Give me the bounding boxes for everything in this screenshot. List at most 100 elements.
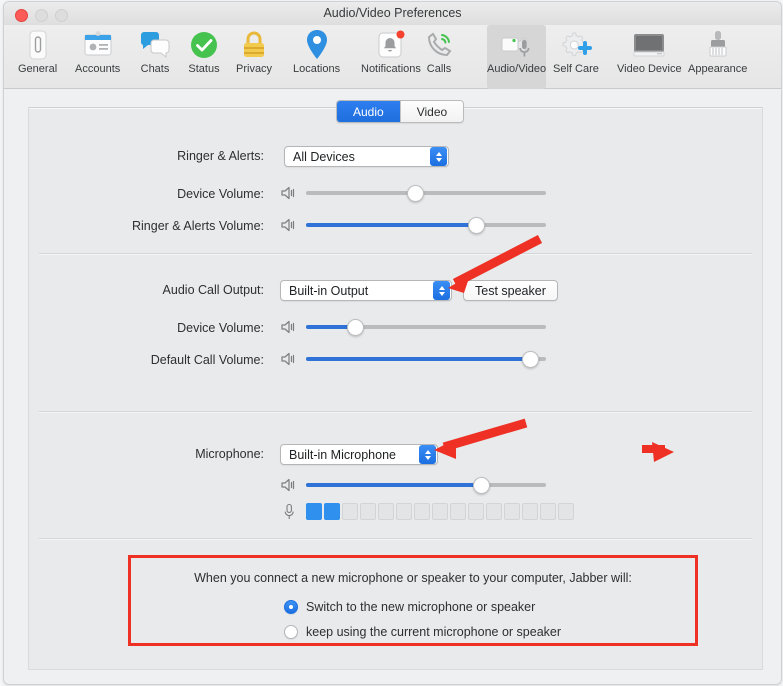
toolbar-item-notifications[interactable]: Notifications bbox=[361, 25, 421, 89]
ringer-device-volume-slider[interactable] bbox=[306, 184, 546, 202]
meter-segment bbox=[396, 503, 412, 520]
auto-switch-option-keep[interactable]: keep using the current microphone or spe… bbox=[284, 625, 561, 639]
paintbrush-icon bbox=[700, 28, 736, 62]
audio-call-output-row: Audio Call Output: Built-in Output Test … bbox=[29, 280, 762, 302]
auto-switch-option-switch-label: Switch to the new microphone or speaker bbox=[306, 600, 536, 614]
default-call-volume-row: Default Call Volume: bbox=[29, 350, 762, 372]
section-separator bbox=[39, 538, 752, 539]
toolbar-item-accounts[interactable]: Accounts bbox=[75, 25, 120, 89]
meter-segment bbox=[324, 503, 340, 520]
toolbar-item-label: Locations bbox=[293, 63, 341, 75]
toolbar-item-label: Privacy bbox=[236, 63, 273, 75]
auto-switch-option-keep-label: keep using the current microphone or spe… bbox=[306, 625, 562, 639]
ringer-alerts-volume-slider[interactable] bbox=[306, 216, 546, 234]
chat-bubbles-icon bbox=[137, 28, 173, 62]
toolbar-item-appearance[interactable]: Appearance bbox=[688, 25, 747, 89]
ringer-alerts-volume-label: Ringer & Alerts Volume: bbox=[131, 219, 264, 233]
lock-icon bbox=[236, 28, 272, 62]
toolbar-item-calls[interactable]: Calls bbox=[421, 25, 457, 89]
output-device-volume-slider[interactable] bbox=[306, 318, 546, 336]
audio-settings-panel: Audio Video Ringer & Alerts: All Devices… bbox=[28, 100, 763, 670]
output-device-volume-label: Device Volume: bbox=[177, 321, 264, 335]
map-pin-icon bbox=[299, 28, 335, 62]
ringer-device-select[interactable]: All Devices bbox=[284, 146, 449, 167]
microphone-icon bbox=[283, 503, 295, 526]
auto-switch-option-switch[interactable]: Switch to the new microphone or speaker bbox=[284, 600, 535, 614]
toolbar-item-video-device[interactable]: Video Device bbox=[617, 25, 682, 89]
gear-plus-icon bbox=[558, 28, 594, 62]
meter-segment bbox=[414, 503, 430, 520]
test-speaker-button[interactable]: Test speaker bbox=[463, 280, 558, 301]
camera-mic-icon bbox=[499, 28, 535, 62]
meter-segment bbox=[360, 503, 376, 520]
slider-knob[interactable] bbox=[522, 351, 539, 368]
chevron-updown-icon[interactable] bbox=[430, 147, 447, 166]
bell-badge-icon bbox=[373, 28, 409, 62]
auto-switch-prompt: When you connect a new microphone or spe… bbox=[194, 571, 632, 585]
meter-segment bbox=[342, 503, 358, 520]
preferences-toolbar: General Accounts Chats Status Privacy Locatio… bbox=[4, 25, 781, 89]
tab-video[interactable]: Video bbox=[399, 101, 464, 122]
chevron-updown-icon[interactable] bbox=[419, 445, 436, 464]
phone-icon bbox=[20, 28, 56, 62]
meter-segment bbox=[450, 503, 466, 520]
slider-knob[interactable] bbox=[472, 477, 490, 494]
chevron-updown-icon[interactable] bbox=[433, 281, 450, 300]
meter-segment bbox=[540, 503, 556, 520]
speaker-icon bbox=[280, 477, 298, 493]
microphone-gain-slider[interactable] bbox=[306, 476, 546, 494]
meter-segment bbox=[378, 503, 394, 520]
section-separator bbox=[39, 253, 752, 254]
toolbar-item-privacy[interactable]: Privacy bbox=[236, 25, 272, 89]
toolbar-item-label: Self Care bbox=[553, 63, 599, 75]
audio-call-output-label: Audio Call Output: bbox=[162, 283, 264, 297]
default-call-volume-slider[interactable] bbox=[306, 350, 546, 368]
toolbar-item-label: Audio/Video bbox=[487, 63, 547, 75]
toolbar-item-label: General bbox=[18, 63, 58, 75]
meter-segment bbox=[558, 503, 574, 520]
toolbar-item-label: Calls bbox=[426, 63, 452, 75]
speaker-icon bbox=[280, 319, 298, 335]
radio-button-icon[interactable] bbox=[284, 625, 298, 639]
screenshot-root: Audio/Video Preferences General Accounts C… bbox=[0, 0, 783, 686]
check-circle-icon bbox=[186, 28, 222, 62]
audio-call-output-value: Built-in Output bbox=[289, 283, 369, 298]
window-titlebar: Audio/Video Preferences bbox=[4, 2, 781, 26]
ringer-device-row: Ringer & Alerts: All Devices bbox=[29, 146, 762, 168]
radio-button-icon[interactable] bbox=[284, 600, 298, 614]
toolbar-item-label: Appearance bbox=[688, 63, 748, 75]
ringer-device-volume-row: Device Volume: bbox=[29, 184, 762, 206]
microphone-row: Microphone: Built-in Microphone bbox=[29, 444, 762, 466]
toolbar-item-chats[interactable]: Chats bbox=[137, 25, 173, 89]
speaker-icon bbox=[280, 185, 298, 201]
microphone-select[interactable]: Built-in Microphone bbox=[280, 444, 438, 465]
toolbar-item-locations[interactable]: Locations bbox=[293, 25, 340, 89]
meter-segment bbox=[432, 503, 448, 520]
toolbar-item-audio-video[interactable]: Audio/Video bbox=[487, 25, 547, 89]
toolbar-item-general[interactable]: General bbox=[18, 25, 57, 89]
slider-knob[interactable] bbox=[346, 319, 364, 336]
id-card-icon bbox=[80, 28, 116, 62]
meter-segment bbox=[468, 503, 484, 520]
ringer-alerts-volume-row: Ringer & Alerts Volume: bbox=[29, 216, 762, 238]
slider-track bbox=[306, 191, 546, 195]
ringer-device-label: Ringer & Alerts: bbox=[177, 149, 264, 163]
toolbar-item-status[interactable]: Status bbox=[186, 25, 222, 89]
toolbar-item-label: Video Device bbox=[617, 63, 682, 75]
tab-audio[interactable]: Audio bbox=[337, 101, 400, 122]
section-separator bbox=[39, 411, 752, 412]
slider-knob[interactable] bbox=[407, 185, 425, 202]
audio-video-tab-group[interactable]: Audio Video bbox=[336, 100, 465, 123]
preferences-window: Audio/Video Preferences General Accounts C… bbox=[3, 1, 782, 685]
slider-fill bbox=[306, 483, 480, 487]
window-title: Audio/Video Preferences bbox=[323, 6, 462, 20]
meter-segment bbox=[306, 503, 322, 520]
toolbar-item-self-care[interactable]: Self Care bbox=[553, 25, 599, 89]
microphone-label: Microphone: bbox=[195, 447, 264, 461]
slider-fill bbox=[306, 357, 529, 361]
slider-fill bbox=[306, 223, 475, 227]
meter-segment bbox=[504, 503, 520, 520]
slider-knob[interactable] bbox=[468, 217, 485, 234]
audio-call-output-select[interactable]: Built-in Output bbox=[280, 280, 452, 301]
microphone-level-meter bbox=[306, 503, 574, 520]
